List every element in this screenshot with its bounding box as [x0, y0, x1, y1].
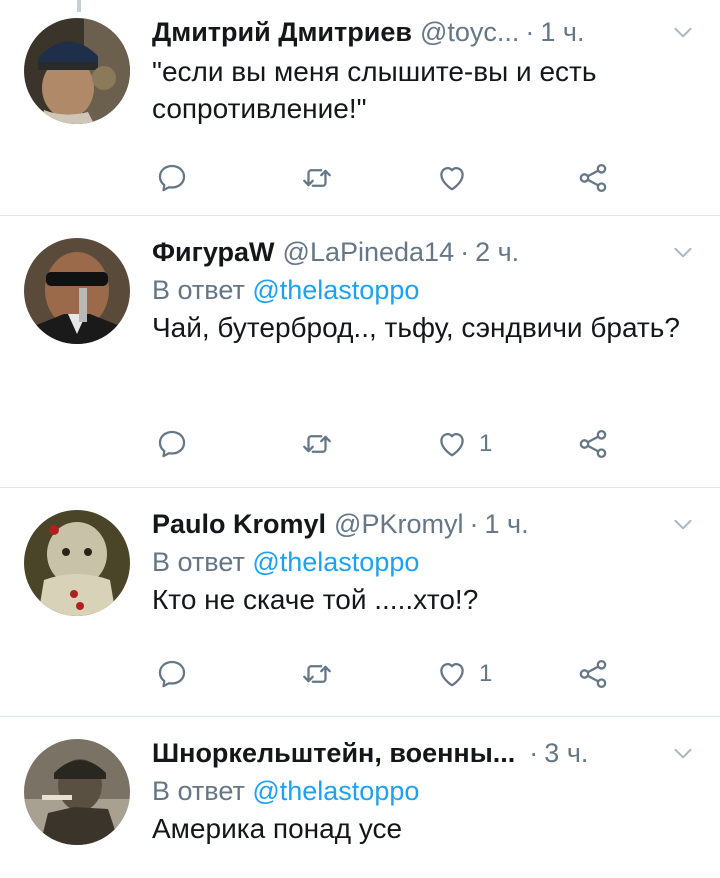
user-handle[interactable]: @PKromyl — [334, 506, 463, 542]
avatar-image — [24, 18, 130, 124]
heart-icon — [435, 161, 469, 195]
retweet-button[interactable] — [300, 156, 334, 200]
tweet-actions: 1 — [152, 652, 622, 696]
heart-icon — [435, 657, 469, 691]
tweet-text: Чай, бутерброд.., тьфу, сэндвичи брать? — [152, 312, 680, 343]
reply-prefix: В ответ — [152, 547, 245, 577]
reply-prefix: В ответ — [152, 776, 245, 806]
timestamp[interactable]: 2 ч. — [475, 234, 519, 270]
tweet-item[interactable]: Шноркельштейн, военны... · 3 ч. В ответ … — [0, 717, 720, 878]
chevron-down-icon[interactable] — [670, 511, 696, 537]
reply-prefix: В ответ — [152, 275, 245, 305]
tweet-text: Америка понад усе — [152, 813, 403, 844]
tweet-text: Кто не скаче той .....хто!? — [152, 584, 479, 615]
timestamp[interactable]: 1 ч. — [484, 506, 528, 542]
retweet-button[interactable] — [300, 652, 334, 696]
reply-icon — [155, 427, 189, 461]
like-button[interactable] — [435, 156, 479, 200]
timestamp[interactable]: 3 ч. — [544, 735, 588, 771]
reply-button[interactable] — [155, 156, 189, 200]
avatar[interactable] — [24, 238, 130, 344]
avatar-image — [24, 510, 130, 616]
avatar-image — [24, 238, 130, 344]
reply-context: В ответ @thelastoppo — [152, 272, 696, 308]
retweet-icon — [300, 427, 334, 461]
tweet-actions: 1 — [152, 422, 622, 466]
separator-dot: · — [460, 237, 470, 267]
reply-button[interactable] — [155, 422, 189, 466]
mention-link[interactable]: @thelastoppo — [252, 547, 419, 577]
like-button[interactable]: 1 — [435, 652, 492, 696]
tweet-item[interactable]: Paulo Kromyl @PKromyl · 1 ч. В ответ @th… — [0, 488, 720, 717]
display-name[interactable]: Paulo Kromyl — [152, 506, 326, 542]
share-icon — [576, 161, 610, 195]
tweet-actions — [152, 156, 622, 200]
reply-context: В ответ @thelastoppo — [152, 544, 696, 580]
tweet-item[interactable]: ФигураW @LaPineda14 · 2 ч. В ответ @thel… — [0, 216, 720, 488]
mention-link[interactable]: @thelastoppo — [252, 776, 419, 806]
share-button[interactable] — [576, 156, 610, 200]
share-icon — [576, 427, 610, 461]
avatar-image — [24, 739, 130, 845]
share-button[interactable] — [576, 422, 610, 466]
reply-icon — [155, 161, 189, 195]
tweet-text: "если вы меня слышите-вы и есть сопротив… — [152, 56, 597, 124]
separator-dot: · — [529, 738, 539, 768]
separator-dot: · — [469, 509, 479, 539]
heart-icon — [435, 427, 469, 461]
chevron-down-icon[interactable] — [670, 740, 696, 766]
avatar[interactable] — [24, 18, 130, 124]
display-name[interactable]: Дмитрий Дмитриев — [152, 14, 412, 50]
tweet-item[interactable]: Дмитрий Дмитриев @toyc... · 1 ч. "если в… — [0, 0, 720, 216]
avatar[interactable] — [24, 510, 130, 616]
share-icon — [576, 657, 610, 691]
reply-button[interactable] — [155, 652, 189, 696]
timestamp[interactable]: 1 ч. — [540, 14, 584, 50]
chevron-down-icon[interactable] — [670, 239, 696, 265]
user-handle[interactable]: @toyc... — [420, 14, 519, 50]
user-handle[interactable]: @LaPineda14 — [283, 234, 455, 270]
share-button[interactable] — [576, 652, 610, 696]
display-name[interactable]: Шноркельштейн, военны... — [152, 735, 515, 771]
reply-context: В ответ @thelastoppo — [152, 773, 696, 809]
like-count: 1 — [479, 660, 493, 687]
separator-dot: · — [525, 17, 535, 47]
avatar[interactable] — [24, 739, 130, 845]
chevron-down-icon[interactable] — [670, 19, 696, 45]
retweet-button[interactable] — [300, 422, 334, 466]
retweet-icon — [300, 161, 334, 195]
reply-icon — [155, 657, 189, 691]
like-button[interactable]: 1 — [435, 422, 492, 466]
mention-link[interactable]: @thelastoppo — [252, 275, 419, 305]
display-name[interactable]: ФигураW — [152, 234, 275, 270]
retweet-icon — [300, 657, 334, 691]
like-count: 1 — [479, 430, 493, 457]
